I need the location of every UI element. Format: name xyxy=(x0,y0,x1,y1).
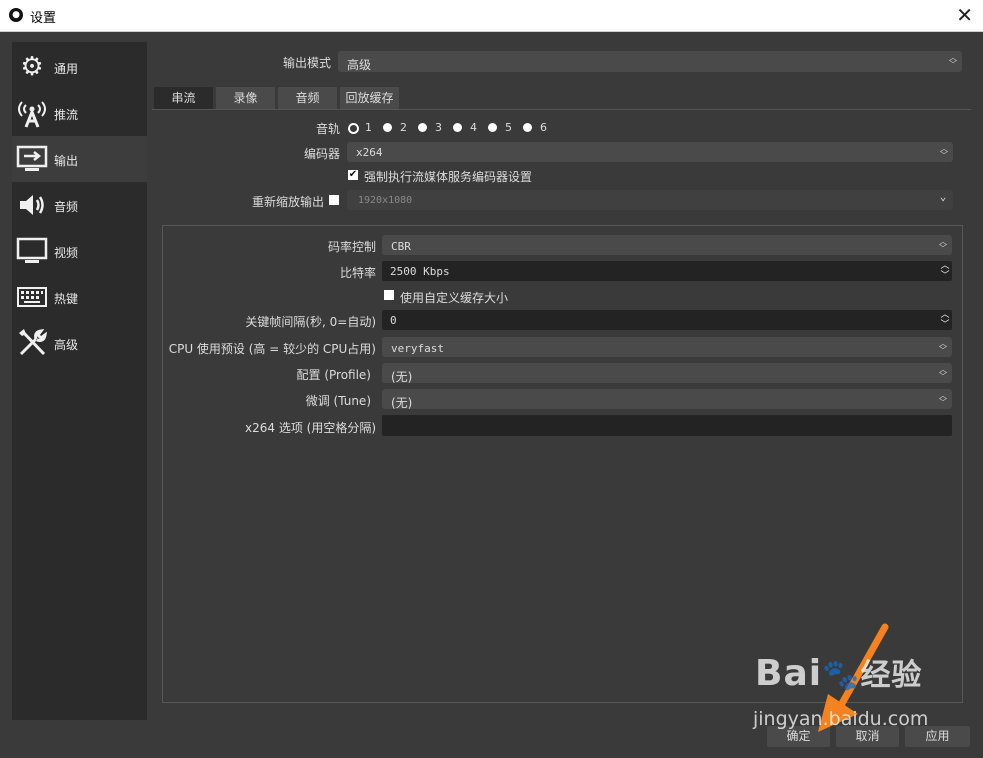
tab-streaming[interactable]: 串流 xyxy=(154,87,213,109)
rate-control-label: 码率控制 xyxy=(327,240,376,254)
obs-logo-icon: ● xyxy=(9,8,23,22)
cpu-preset-value: veryfast xyxy=(391,342,444,355)
updown-arrows-icon: ︿ ﹀ xyxy=(939,237,947,253)
rate-control-select[interactable]: CBR ︿ ﹀ xyxy=(382,235,952,255)
tab-recording[interactable]: 录像 xyxy=(216,87,275,109)
sidebar-item-label: 推流 xyxy=(54,108,79,122)
radio-label: 4 xyxy=(470,121,477,134)
tools-icon xyxy=(16,327,48,359)
radio-track-6[interactable] xyxy=(523,123,532,132)
sidebar-item-stream[interactable]: 推流 xyxy=(12,90,147,136)
enforce-encoder-checkbox[interactable]: ✔ xyxy=(348,170,358,180)
output-mode-select[interactable]: 高级 ︿ ﹀ xyxy=(338,51,962,72)
sidebar-item-video[interactable]: 视频 xyxy=(12,228,147,274)
x264-options-label: x264 选项 (用空格分隔) xyxy=(245,421,376,435)
profile-value: (无) xyxy=(391,370,413,384)
monitor-icon xyxy=(16,235,48,267)
encoder-value: x264 xyxy=(356,146,383,159)
tab-divider xyxy=(152,109,971,110)
sidebar-item-label: 输出 xyxy=(54,154,79,168)
monitor-output-icon xyxy=(16,143,48,175)
sidebar-item-label: 热键 xyxy=(54,292,79,306)
tab-replay-buffer[interactable]: 回放缓存 xyxy=(340,87,399,109)
chevron-down-icon: ⌄ xyxy=(939,190,947,203)
encoder-label: 编码器 xyxy=(303,147,340,161)
title-bar: ● 设置 ✕ xyxy=(0,0,983,32)
watermark-brand: Bai xyxy=(755,653,823,694)
sidebar-item-label: 高级 xyxy=(54,338,79,352)
profile-select[interactable]: (无) ︿ ﹀ xyxy=(382,363,952,384)
sidebar-item-output[interactable]: 输出 xyxy=(12,136,147,182)
radio-track-2[interactable] xyxy=(383,123,392,132)
tune-label: 微调 (Tune) xyxy=(305,394,371,408)
keyframe-value: 0 xyxy=(390,314,397,327)
x264-options-input[interactable] xyxy=(382,415,952,436)
spin-arrows[interactable]: ︿ ﹀ xyxy=(938,310,952,330)
encoder-select[interactable]: x264 ︿ ﹀ xyxy=(347,142,953,162)
sidebar-item-general[interactable]: ⚙ 通用 xyxy=(12,44,147,90)
radio-label: 6 xyxy=(540,121,547,134)
custom-buffer-label: 使用自定义缓存大小 xyxy=(400,291,509,305)
broadcast-antenna-icon xyxy=(16,97,48,129)
close-icon[interactable]: ✕ xyxy=(956,3,973,27)
spin-down-icon[interactable]: ﹀ xyxy=(938,271,952,281)
tune-select[interactable]: (无) ︿ ﹀ xyxy=(382,389,952,410)
bitrate-label: 比特率 xyxy=(339,266,376,280)
updown-arrows-icon: ︿ ﹀ xyxy=(939,391,947,407)
output-mode-label: 输出模式 xyxy=(283,56,332,70)
sidebar-item-audio[interactable]: 音频 xyxy=(12,182,147,228)
updown-arrows-icon: ︿ ﹀ xyxy=(949,53,957,69)
spin-up-icon[interactable]: ︿ xyxy=(938,261,952,271)
speaker-icon xyxy=(16,189,48,221)
rescale-label: 重新缩放输出 xyxy=(251,195,324,209)
radio-track-4[interactable] xyxy=(453,123,462,132)
radio-label: 1 xyxy=(365,121,372,134)
enforce-encoder-label: 强制执行流媒体服务编码器设置 xyxy=(364,170,533,184)
bitrate-spinbox[interactable]: 2500 Kbps ︿ ﹀ xyxy=(382,261,952,281)
updown-arrows-icon: ︿ ﹀ xyxy=(940,144,948,160)
tune-value: (无) xyxy=(391,396,413,410)
keyframe-spinbox[interactable]: 0 ︿ ﹀ xyxy=(382,310,952,330)
cpu-preset-label: CPU 使用预设 (高 = 较少的 CPU占用) xyxy=(168,342,376,356)
rate-control-value: CBR xyxy=(391,240,411,253)
settings-sidebar: ⚙ 通用 推流 输出 音频 视频 热键 高级 xyxy=(12,42,147,720)
keyboard-icon xyxy=(16,281,48,313)
bitrate-value: 2500 Kbps xyxy=(390,265,450,278)
radio-label: 5 xyxy=(505,121,512,134)
radio-track-1[interactable] xyxy=(348,123,359,134)
spin-up-icon[interactable]: ︿ xyxy=(938,310,952,320)
spin-down-icon[interactable]: ﹀ xyxy=(938,320,952,330)
watermark-brand2: 经验 xyxy=(860,658,923,693)
cpu-preset-select[interactable]: veryfast ︿ ﹀ xyxy=(382,337,952,357)
spin-arrows[interactable]: ︿ ﹀ xyxy=(938,261,952,281)
profile-label: 配置 (Profile) xyxy=(296,368,372,382)
tab-audio[interactable]: 音频 xyxy=(278,87,337,109)
updown-arrows-icon: ︿ ﹀ xyxy=(939,339,947,355)
radio-track-5[interactable] xyxy=(488,123,497,132)
output-mode-value: 高级 xyxy=(347,58,372,72)
sidebar-item-advanced[interactable]: 高级 xyxy=(12,320,147,366)
rescale-value: 1920x1080 xyxy=(358,195,413,206)
keyframe-label: 关键帧间隔(秒, 0=自动) xyxy=(245,315,376,329)
audio-track-label: 音轨 xyxy=(315,122,340,136)
paw-icon: 🐾 xyxy=(822,658,861,693)
radio-label: 2 xyxy=(400,121,407,134)
watermark-url: jingyan.baidu.com xyxy=(753,708,929,730)
rescale-select: 1920x1080 ⌄ xyxy=(347,190,953,210)
rescale-checkbox[interactable] xyxy=(329,195,339,205)
sidebar-item-label: 通用 xyxy=(54,62,79,76)
sidebar-item-hotkeys[interactable]: 热键 xyxy=(12,274,147,320)
sidebar-item-label: 音频 xyxy=(54,200,79,214)
radio-label: 3 xyxy=(435,121,442,134)
watermark: Bai🐾经验 jingyan.baidu.com xyxy=(753,650,928,730)
sidebar-item-label: 视频 xyxy=(54,246,79,260)
updown-arrows-icon: ︿ ﹀ xyxy=(939,365,947,381)
gear-icon: ⚙ xyxy=(20,52,44,82)
custom-buffer-checkbox[interactable] xyxy=(384,290,394,300)
window-title: 设置 xyxy=(30,11,57,26)
radio-track-3[interactable] xyxy=(418,123,427,132)
